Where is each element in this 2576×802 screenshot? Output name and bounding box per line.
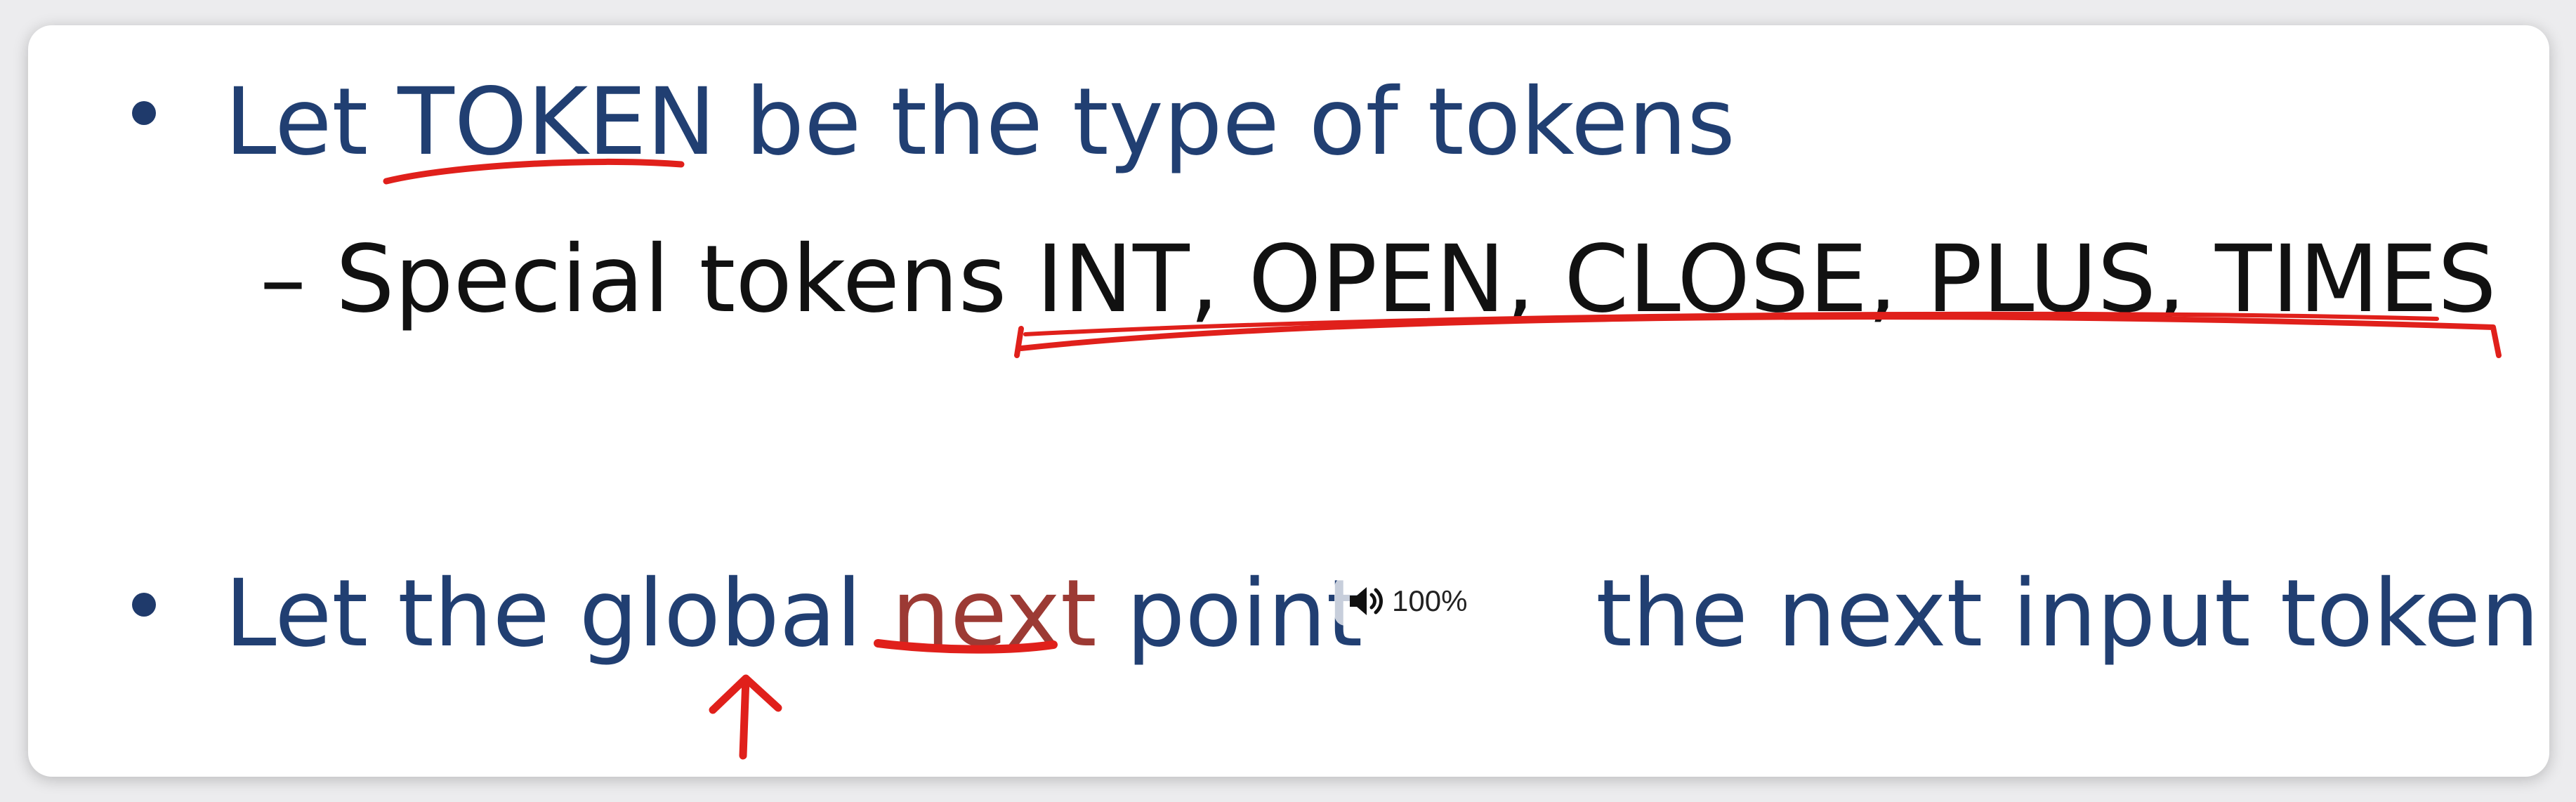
bullet-1 xyxy=(132,101,156,125)
line1-token-word: TOKEN xyxy=(397,68,716,176)
line1-pre: Let xyxy=(225,68,398,176)
line3-pre: Let the global xyxy=(225,560,892,668)
slide-line-1: Let TOKEN be the type of tokens xyxy=(225,76,1735,169)
line2-dash: – xyxy=(260,225,306,334)
line2-pre: Special tokens xyxy=(335,225,1037,334)
line3-next-word: next xyxy=(891,560,1097,668)
line2-special-tokens: INT, OPEN, CLOSE, PLUS, TIMES xyxy=(1036,225,2497,334)
speaker-icon[interactable] xyxy=(1347,584,1385,619)
arrow-up-annotation xyxy=(709,674,782,760)
volume-overlay[interactable]: 100% xyxy=(1334,577,1480,626)
line3-post1: point xyxy=(1096,560,1363,668)
line3-post2: the next input token xyxy=(1566,560,2539,668)
bullet-2 xyxy=(132,593,156,617)
volume-level: 100% xyxy=(1392,584,1468,617)
line1-post: be the type of tokens xyxy=(716,68,1735,176)
slide-line-2: – Special tokens INT, OPEN, CLOSE, PLUS,… xyxy=(260,233,2497,326)
video-frame[interactable]: Let TOKEN be the type of tokens – Specia… xyxy=(28,25,2549,777)
